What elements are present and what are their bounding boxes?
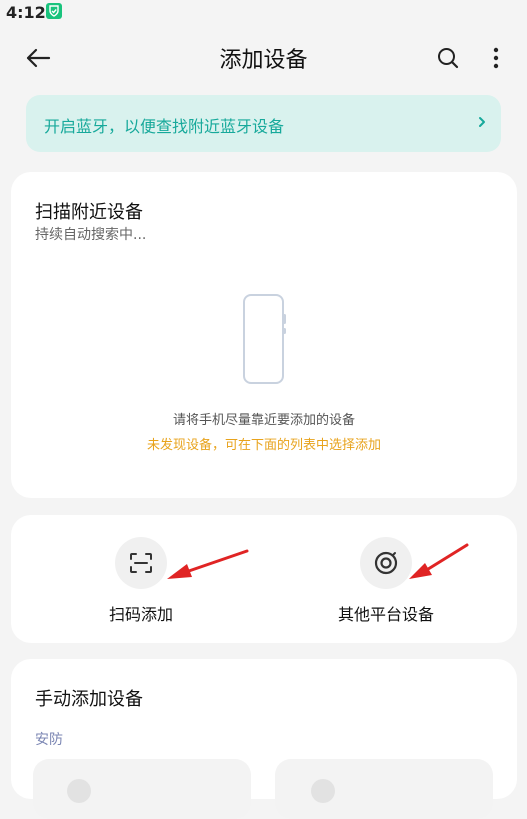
manual-add-title: 手动添加设备 <box>35 689 143 710</box>
bluetooth-banner-text: 开启蓝牙，以便查找附近蓝牙设备 <box>44 117 285 136</box>
scan-qr-label: 扫码添加 <box>108 605 173 624</box>
chevron-right-icon <box>479 117 485 127</box>
scan-qr-icon-container <box>115 537 167 589</box>
phone-outline-icon <box>243 294 286 384</box>
device-tile[interactable] <box>33 759 251 819</box>
status-bar: 4:12 <box>0 0 527 26</box>
platform-ring-icon <box>374 551 398 575</box>
more-options-button[interactable] <box>480 40 512 76</box>
scan-qr-icon <box>130 553 152 573</box>
shield-check-icon <box>46 3 62 19</box>
device-icon <box>311 779 335 803</box>
device-icon <box>67 779 91 803</box>
other-platform-button[interactable]: 其他平台设备 <box>316 535 456 645</box>
other-platform-label: 其他平台设备 <box>337 605 434 624</box>
scan-title: 扫描附近设备 <box>35 202 143 223</box>
category-label: 安防 <box>35 732 63 748</box>
scan-hint: 请将手机尽量靠近要添加的设备 <box>172 413 355 428</box>
scan-status: 持续自动搜索中... <box>35 227 147 243</box>
device-tile[interactable] <box>275 759 493 819</box>
add-methods-card: 扫码添加 其他平台设备 <box>11 515 517 643</box>
search-button[interactable] <box>430 40 466 76</box>
scan-qr-button[interactable]: 扫码添加 <box>71 535 211 645</box>
more-vertical-icon <box>493 47 499 69</box>
app-bar: 添加设备 <box>0 30 527 86</box>
bluetooth-banner[interactable]: 开启蓝牙，以便查找附近蓝牙设备 <box>26 95 501 152</box>
scan-warning: 未发现设备，可在下面的列表中选择添加 <box>146 438 381 453</box>
search-icon <box>438 48 459 69</box>
manual-add-card: 手动添加设备 安防 <box>11 659 517 819</box>
status-time: 4:12 <box>6 3 46 22</box>
platform-ring-icon-container <box>360 537 412 589</box>
scan-nearby-card: 扫描附近设备 持续自动搜索中... 请将手机尽量靠近要添加的设备 未发现设备，可… <box>11 172 517 498</box>
